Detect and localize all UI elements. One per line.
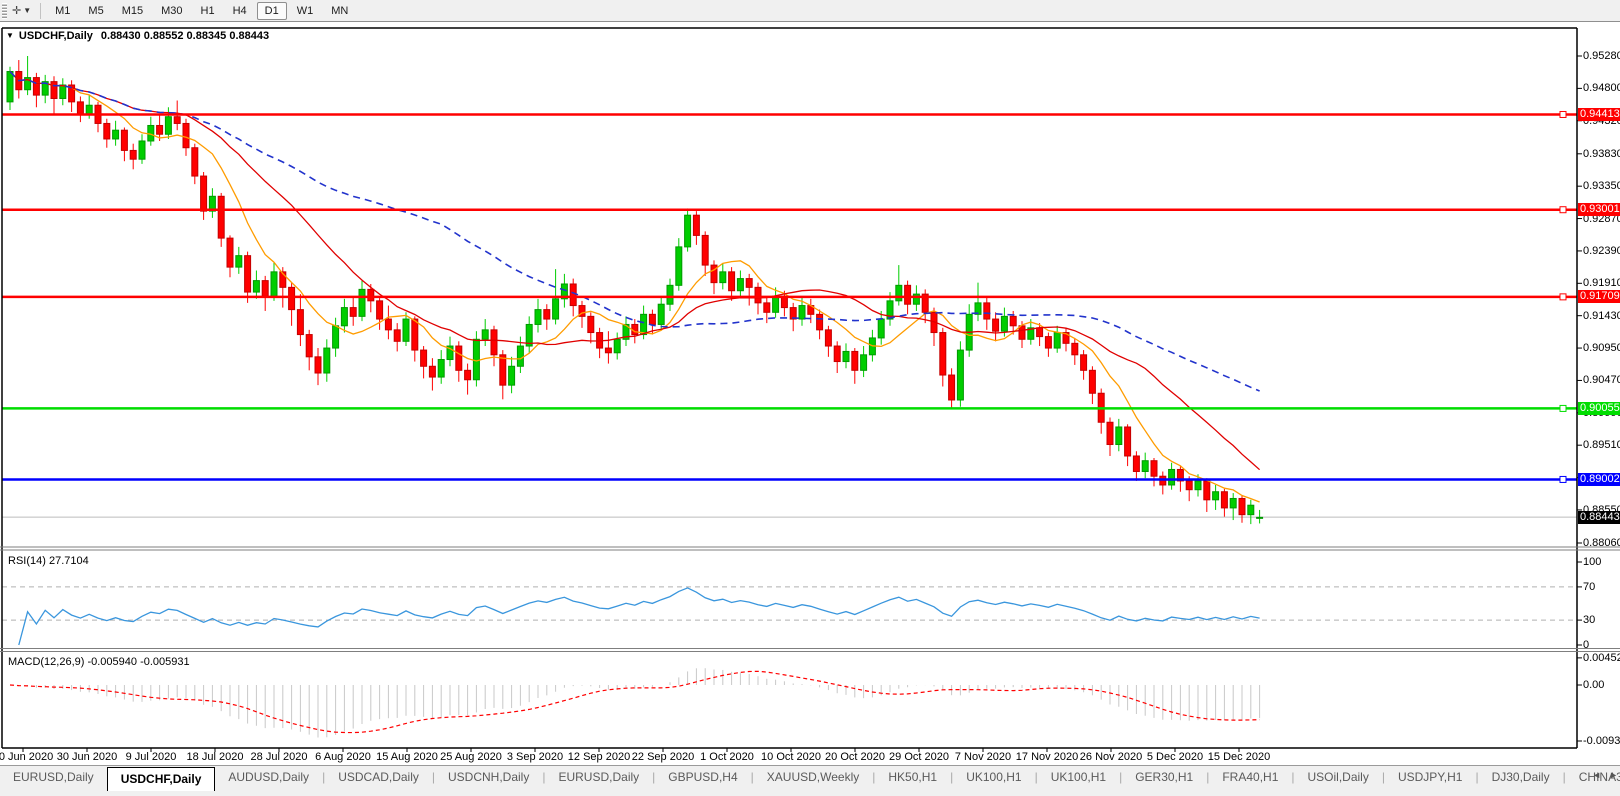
date-tick-label: 22 Sep 2020 [632,751,694,763]
price-tick-label: 0.88060 [1583,537,1620,549]
chart-tab-usdcad-daily[interactable]: USDCAD,Daily [325,766,432,792]
level-price-label: 0.94413 [1578,108,1620,121]
level-price-label: 0.89002 [1578,473,1620,486]
date-tick-label: 10 Oct 2020 [761,751,821,763]
price-tick-label: 0.94800 [1583,82,1620,94]
chart-tab-dj30-daily[interactable]: DJ30,Daily [1479,766,1563,792]
chart-tab-xauusd-weekly[interactable]: XAUUSD,Weekly [754,766,872,792]
macd-indicator-label: MACD(12,26,9) -0.005940 -0.005931 [8,656,190,668]
price-tick-label: 0.91430 [1583,310,1620,322]
price-tick-label: 0.93350 [1583,180,1620,192]
tab-scroll-left-icon[interactable]: ◄ [1592,770,1601,780]
chart-symbol-label: USDCHF,Daily [19,30,93,42]
date-tick-label: 6 Aug 2020 [315,751,371,763]
date-tick-label: 26 Nov 2020 [1080,751,1142,763]
date-tick-label: 15 Dec 2020 [1208,751,1270,763]
price-tick-label: 0.95280 [1583,50,1620,62]
status-bar [0,791,1620,796]
date-tick-label: 28 Jul 2020 [251,751,308,763]
chart-tab-eurusd-daily[interactable]: EURUSD,Daily [0,766,107,792]
date-tick-label: 7 Nov 2020 [955,751,1011,763]
price-tick-label: 0.90950 [1583,342,1620,354]
date-tick-label: 1 Oct 2020 [700,751,754,763]
date-tick-label: 29 Oct 2020 [889,751,949,763]
chart-tab-uk100-h1[interactable]: UK100,H1 [1038,766,1119,792]
date-tick-label: 20 Oct 2020 [825,751,885,763]
chart-canvas[interactable] [0,0,1620,796]
price-tick-label: 0.91910 [1583,277,1620,289]
chart-tab-hk50-h1[interactable]: HK50,H1 [875,766,950,792]
date-tick-label: 15 Aug 2020 [376,751,438,763]
chart-tab-usoil-daily[interactable]: USOil,Daily [1295,766,1382,792]
level-price-label: 0.93001 [1578,203,1620,216]
chart-tab-bar: EURUSD,DailyUSDCHF,DailyAUDUSD,Daily|USD… [0,765,1620,792]
date-tick-label: 25 Aug 2020 [440,751,502,763]
chart-tab-audusd-daily[interactable]: AUDUSD,Daily [215,766,322,792]
chart-tab-gbpusd-h4[interactable]: GBPUSD,H4 [655,766,750,792]
macd-tick-label: -0.009348 [1583,735,1620,747]
date-tick-label: 9 Jul 2020 [126,751,177,763]
macd-tick-label: 0.00 [1583,679,1604,691]
chart-tab-usdcnh-daily[interactable]: USDCNH,Daily [435,766,542,792]
terminal-window: ✛ ▼ M1M5M15M30H1H4D1W1MN ▼USDCHF,Daily0.… [0,0,1620,796]
chart-tab-eurusd-daily[interactable]: EURUSD,Daily [545,766,652,792]
tab-scroll-right-icon[interactable]: ► [1609,770,1618,780]
rsi-tick-label: 0 [1583,639,1589,651]
rsi-tick-label: 70 [1583,581,1595,593]
date-tick-label: 20 Jun 2020 [0,751,53,763]
date-tick-label: 30 Jun 2020 [57,751,118,763]
date-tick-label: 18 Jul 2020 [187,751,244,763]
chart-ohlc-values: 0.88430 0.88552 0.88345 0.88443 [101,30,269,42]
chart-tab-uk100-h1[interactable]: UK100,H1 [953,766,1034,792]
macd-tick-label: 0.004527 [1583,652,1620,664]
price-tick-label: 0.89510 [1583,439,1620,451]
chart-tab-fra40-h1[interactable]: FRA40,H1 [1209,766,1291,792]
chart-title: ▼ USDCHF,Daily 0.88430 0.88552 0.88345 0.8… [6,30,269,42]
rsi-indicator-label: RSI(14) 27.7104 [8,555,89,567]
level-price-label: 0.90055 [1578,402,1620,415]
chart-tab-ger30-h1[interactable]: GER30,H1 [1122,766,1206,792]
price-tick-label: 0.93830 [1583,148,1620,160]
date-tick-label: 5 Dec 2020 [1147,751,1203,763]
date-tick-label: 12 Sep 2020 [568,751,630,763]
level-price-label: 0.91709 [1578,290,1620,303]
rsi-tick-label: 100 [1583,556,1601,568]
date-tick-label: 17 Nov 2020 [1016,751,1078,763]
date-tick-label: 3 Sep 2020 [507,751,563,763]
price-tick-label: 0.90470 [1583,374,1620,386]
chart-tab-usdjpy-h1[interactable]: USDJPY,H1 [1385,766,1475,792]
chart-tab-usdchf-daily[interactable]: USDCHF,Daily [107,767,216,792]
rsi-tick-label: 30 [1583,614,1595,626]
one-click-collapse-icon[interactable]: ▼ [6,31,14,40]
tab-scroll-buttons: ◄ ► [1592,770,1618,780]
current-price-label: 0.88443 [1578,511,1620,524]
price-tick-label: 0.92390 [1583,245,1620,257]
